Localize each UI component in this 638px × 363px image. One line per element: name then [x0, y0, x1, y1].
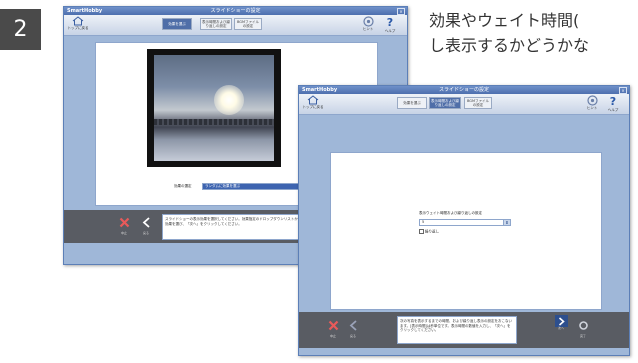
window-toolbar: トップに戻る 効果を選ぶ 表示時間および繰り返しの設定 BGMファイルの設定 ヒ… — [64, 15, 407, 36]
wait-time-input[interactable]: 5 ⬍ — [419, 219, 511, 226]
preview-photo-frame — [147, 49, 281, 167]
instruction-text: 次の写真を表示するまでの時間、および繰り返し表示の設定をおこないます。[表示時間… — [397, 316, 517, 344]
tab-choose-effect[interactable]: 効果を選ぶ — [397, 97, 427, 109]
cancel-button[interactable]: 中止 — [325, 316, 341, 338]
wait-time-label: 表示ウェイト時間および繰り返しの設定 — [419, 211, 482, 215]
home-icon — [307, 95, 319, 105]
help-label: ヘルプ — [607, 108, 619, 112]
tab-bgm-file[interactable]: BGMファイルの設定 — [464, 97, 492, 109]
hint-icon — [586, 95, 598, 106]
repeat-checkbox-row[interactable]: 繰り返し — [419, 229, 511, 235]
effect-select-label: 効果の選定 — [174, 184, 192, 188]
help-icon: ? — [609, 95, 617, 108]
next-icon — [558, 316, 565, 326]
next-button[interactable]: 次へ — [553, 315, 569, 330]
instruction-text: スライドショーの表示効果を選択してください。効果指定のドロップダウンリストから効… — [162, 214, 307, 240]
wait-time-value: 5 — [422, 220, 425, 224]
tab-wait-repeat[interactable]: 表示時間および繰り返しの設定 — [200, 18, 232, 30]
repeat-checkbox[interactable] — [419, 229, 424, 234]
step-number-badge: 2 — [0, 9, 41, 50]
back-button[interactable]: 戻る — [346, 316, 360, 338]
hint-icon — [362, 16, 374, 27]
cancel-icon — [119, 217, 129, 228]
help-button[interactable]: ? ヘルプ — [382, 16, 398, 34]
help-label: ヘルプ — [384, 29, 396, 33]
preview-photo — [154, 55, 274, 161]
home-icon — [72, 16, 84, 26]
back-icon — [142, 217, 150, 228]
window-titlebar: SmartHobby スライドショーの設定 × — [64, 7, 407, 15]
cancel-icon — [328, 320, 338, 331]
help-button[interactable]: ? ヘルプ — [605, 95, 621, 113]
window-title: スライドショーの設定 — [438, 87, 489, 93]
home-label: トップに戻る — [302, 105, 324, 109]
window-title: スライドショーの設定 — [210, 8, 261, 14]
back-label: 戻る — [142, 231, 149, 235]
headline-line-2: し表示するかどうかな — [429, 36, 590, 55]
cancel-label: 中止 — [329, 334, 336, 338]
next-label: 次へ — [557, 326, 564, 330]
finish-label: 完了 — [579, 334, 586, 338]
slideshow-settings-window-wait: SmartHobby スライドショーの設定 × トップに戻る 効果を選ぶ 表示時… — [298, 85, 630, 356]
tab-wait-repeat[interactable]: 表示時間および繰り返しの設定 — [429, 97, 461, 109]
home-button[interactable]: トップに戻る — [67, 16, 89, 34]
help-icon: ? — [386, 16, 394, 29]
window-close-button[interactable]: × — [397, 8, 405, 15]
home-button[interactable]: トップに戻る — [302, 95, 324, 113]
back-button[interactable]: 戻る — [139, 213, 153, 235]
headline-line-1: 効果やウェイト時間( — [429, 11, 580, 30]
home-label: トップに戻る — [67, 26, 89, 30]
repeat-label: 繰り返し — [425, 229, 439, 234]
page-headline: 効果やウェイト時間( し表示するかどうかな — [429, 8, 589, 58]
photo-sun — [214, 85, 244, 115]
window-bottom-bar: 中止 戻る 次の写真を表示するまでの時間、および繰り返し表示の設定をおこないます… — [299, 312, 629, 348]
tab-bgm-file[interactable]: BGMファイルの設定 — [234, 18, 262, 30]
wait-time-row: 表示ウェイト時間および繰り返しの設定 5 ⬍ 繰り返し — [419, 211, 511, 235]
window-titlebar: SmartHobby スライドショーの設定 × — [299, 86, 629, 94]
finish-button[interactable]: 完了 — [575, 316, 591, 338]
window-toolbar: トップに戻る 効果を選ぶ 表示時間および繰り返しの設定 BGMファイルの設定 ヒ… — [299, 94, 629, 115]
hint-button[interactable]: ヒント — [584, 95, 600, 113]
photo-treeline — [154, 119, 274, 125]
cancel-label: 中止 — [120, 231, 127, 235]
cancel-button[interactable]: 中止 — [116, 213, 132, 235]
finish-icon — [578, 321, 588, 330]
tab-choose-effect[interactable]: 効果を選ぶ — [162, 18, 192, 30]
hint-button[interactable]: ヒント — [360, 16, 376, 34]
hint-label: ヒント — [586, 106, 598, 110]
window-close-button[interactable]: × — [619, 87, 627, 94]
wait-settings-panel: 表示ウェイト時間および繰り返しの設定 5 ⬍ 繰り返し — [330, 152, 602, 310]
back-icon — [349, 320, 357, 331]
spinner-icon[interactable]: ⬍ — [503, 220, 510, 225]
back-label: 戻る — [349, 334, 356, 338]
hint-label: ヒント — [362, 27, 374, 31]
